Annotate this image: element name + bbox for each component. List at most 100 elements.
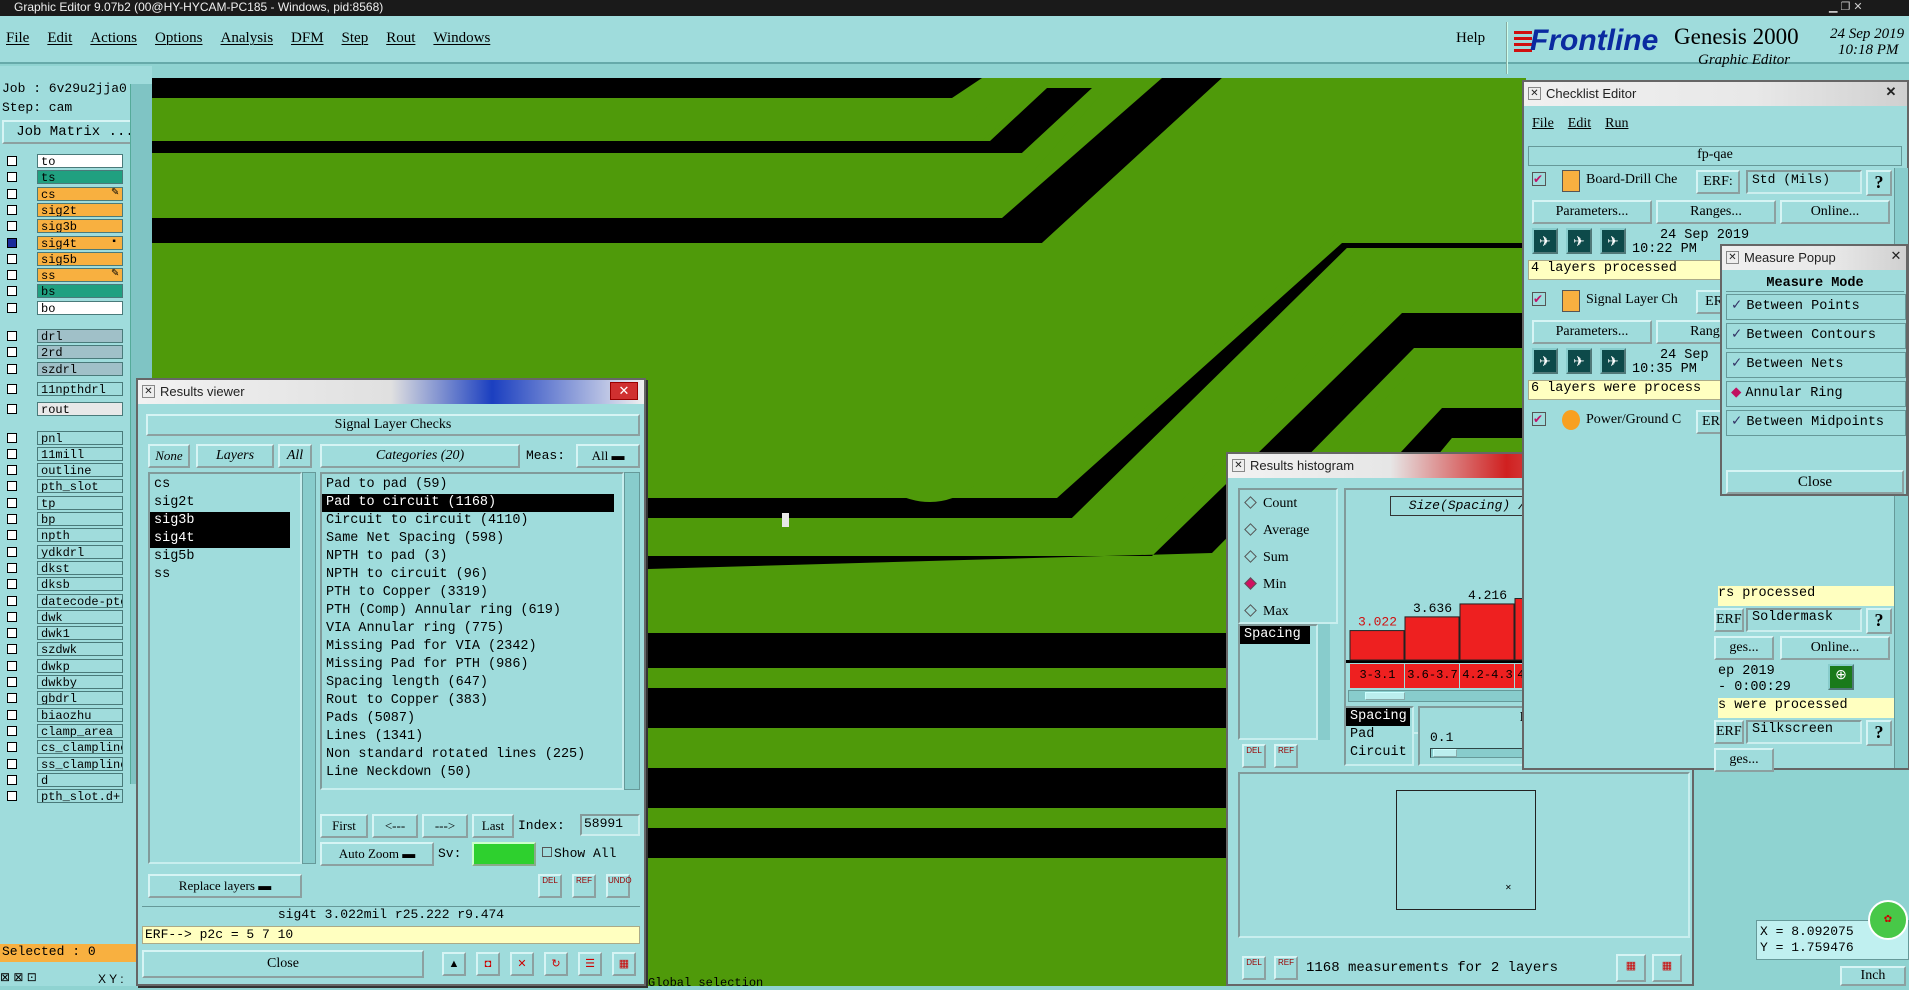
- meas-dropdown[interactable]: All ▬: [576, 444, 640, 468]
- report-icon[interactable]: ☰: [578, 952, 602, 976]
- chart-export-icon[interactable]: ▦: [1616, 954, 1646, 982]
- layer-name[interactable]: dksb: [37, 577, 123, 592]
- menu-rout[interactable]: Rout: [386, 30, 415, 46]
- menu-options[interactable]: Options: [155, 30, 203, 46]
- layer-row[interactable]: sig4t ▪: [3, 235, 123, 251]
- layer-checkbox[interactable]: [7, 758, 17, 769]
- layer-name[interactable]: datecode-pte: [37, 593, 123, 608]
- layer-checkbox[interactable]: [7, 237, 17, 248]
- layer-row[interactable]: ts: [3, 170, 123, 185]
- layer-row[interactable]: dkst: [3, 560, 123, 576]
- checklist-menu-edit[interactable]: Edit: [1568, 116, 1591, 131]
- layer-name[interactable]: ydkdrl: [37, 544, 123, 559]
- slider-thumb[interactable]: [1433, 749, 1457, 757]
- layer-checkbox[interactable]: [7, 188, 17, 199]
- layer-name[interactable]: rout: [37, 402, 123, 417]
- sub-list-item[interactable]: Circuit: [1346, 744, 1410, 762]
- menu-actions[interactable]: Actions: [90, 30, 137, 46]
- layer-checkbox[interactable]: [7, 363, 17, 374]
- layer-row[interactable]: pth_slot.d+: [3, 789, 123, 804]
- layer-row[interactable]: datecode-pte: [3, 593, 123, 609]
- menu-analysis[interactable]: Analysis: [221, 30, 274, 46]
- accelerate-badge-icon[interactable]: ✿: [1868, 900, 1908, 940]
- layer-checkbox[interactable]: [7, 530, 17, 541]
- help-icon[interactable]: ?: [1866, 608, 1892, 634]
- run-icon[interactable]: ✈: [1566, 228, 1592, 254]
- layer-row[interactable]: dwk: [3, 609, 123, 625]
- layer-name[interactable]: sig5b: [37, 251, 123, 266]
- category-item[interactable]: Non standard rotated lines (225): [322, 746, 622, 764]
- last-button[interactable]: Last: [472, 814, 514, 838]
- layer-checkbox[interactable]: [7, 221, 17, 232]
- undo-button[interactable]: UNDO: [606, 874, 632, 898]
- layer-checkbox[interactable]: [7, 448, 17, 459]
- layer-name[interactable]: dwk1: [37, 626, 123, 641]
- measure-option[interactable]: ✓ Between Points: [1726, 294, 1906, 320]
- layer-row[interactable]: sig5b: [3, 251, 123, 267]
- layer-name[interactable]: 11mill: [37, 446, 123, 461]
- prev-button[interactable]: <---: [372, 814, 418, 838]
- layer-list-item[interactable]: sig2t: [150, 494, 290, 512]
- menu-help[interactable]: Help: [1456, 30, 1485, 47]
- layer-checkbox[interactable]: [7, 172, 17, 183]
- help-icon[interactable]: ?: [1866, 720, 1892, 746]
- layer-list-item[interactable]: cs: [150, 476, 290, 494]
- layer-row[interactable]: rout: [3, 402, 123, 417]
- layer-row[interactable]: dwkp: [3, 658, 123, 674]
- layer-checkbox[interactable]: [7, 579, 17, 590]
- layer-checkbox[interactable]: [7, 270, 17, 281]
- window-controls[interactable]: ▁ ❐ ✕: [1829, 0, 1899, 15]
- layer-checkbox[interactable]: [7, 432, 17, 443]
- ranges-button[interactable]: Ranges...: [1656, 200, 1776, 224]
- layer-checkbox[interactable]: [7, 709, 17, 720]
- menu-dfm[interactable]: DFM: [291, 30, 324, 46]
- help-icon[interactable]: ?: [1866, 170, 1892, 196]
- layer-row[interactable]: to: [3, 154, 123, 169]
- layer-name[interactable]: szdrl: [37, 361, 123, 376]
- categories-scrollbar[interactable]: [624, 472, 640, 790]
- check-erf-button[interactable]: ERF:: [1696, 170, 1740, 194]
- run-icon[interactable]: ✈: [1566, 348, 1592, 374]
- layer-row[interactable]: outline: [3, 463, 123, 478]
- layer-name[interactable]: clamp_area: [37, 723, 123, 738]
- job-matrix-button[interactable]: Job Matrix ...: [2, 120, 148, 144]
- histogram-list-scrollbar[interactable]: [1318, 624, 1330, 740]
- layer-checkbox[interactable]: [7, 302, 17, 313]
- run-icon[interactable]: ✈: [1532, 348, 1558, 374]
- layer-row[interactable]: tp: [3, 495, 123, 511]
- checklist-menu-run[interactable]: Run: [1605, 116, 1628, 131]
- online-button[interactable]: Online...: [1780, 200, 1890, 224]
- check-enabled-checkbox[interactable]: ✔: [1532, 412, 1546, 426]
- layer-row[interactable]: d: [3, 772, 123, 788]
- layer-name[interactable]: to: [37, 154, 123, 168]
- ranges-button[interactable]: ges...: [1714, 636, 1774, 660]
- list-item[interactable]: Spacing: [1240, 626, 1310, 644]
- layer-row[interactable]: ydkdrl: [3, 544, 123, 560]
- layer-name[interactable]: drl: [37, 329, 123, 343]
- online-button[interactable]: Online...: [1780, 636, 1890, 660]
- layer-row[interactable]: cs_clampline: [3, 740, 123, 755]
- layer-row[interactable]: ss_clampline: [3, 756, 123, 772]
- layer-row[interactable]: pth_slot: [3, 479, 123, 494]
- mode-min[interactable]: Min: [1244, 577, 1286, 593]
- layer-checkbox[interactable]: [7, 611, 17, 622]
- parameters-button[interactable]: Parameters...: [1532, 320, 1652, 344]
- flag-icon[interactable]: ◘: [476, 952, 500, 976]
- layer-checkbox[interactable]: [7, 481, 17, 492]
- next-button[interactable]: --->: [422, 814, 468, 838]
- layer-row[interactable]: ss ✎: [3, 268, 123, 283]
- histogram-bar[interactable]: [1349, 630, 1405, 661]
- layer-row[interactable]: 2rd: [3, 345, 123, 360]
- layer-row[interactable]: dwk1: [3, 626, 123, 641]
- layer-name[interactable]: npth: [37, 528, 123, 543]
- layer-list-item[interactable]: sig3b: [150, 512, 290, 530]
- layer-checkbox[interactable]: [7, 465, 17, 476]
- units-button[interactable]: Inch: [1840, 966, 1906, 986]
- layer-name[interactable]: ss_clampline: [37, 756, 123, 771]
- category-item[interactable]: PTH to Copper (3319): [322, 584, 622, 602]
- layer-row[interactable]: sig2t: [3, 202, 123, 218]
- layer-checkbox[interactable]: [7, 677, 17, 687]
- close-icon[interactable]: ✕: [1888, 248, 1904, 266]
- layer-checkbox[interactable]: [7, 404, 17, 415]
- layer-checkbox[interactable]: [7, 562, 17, 573]
